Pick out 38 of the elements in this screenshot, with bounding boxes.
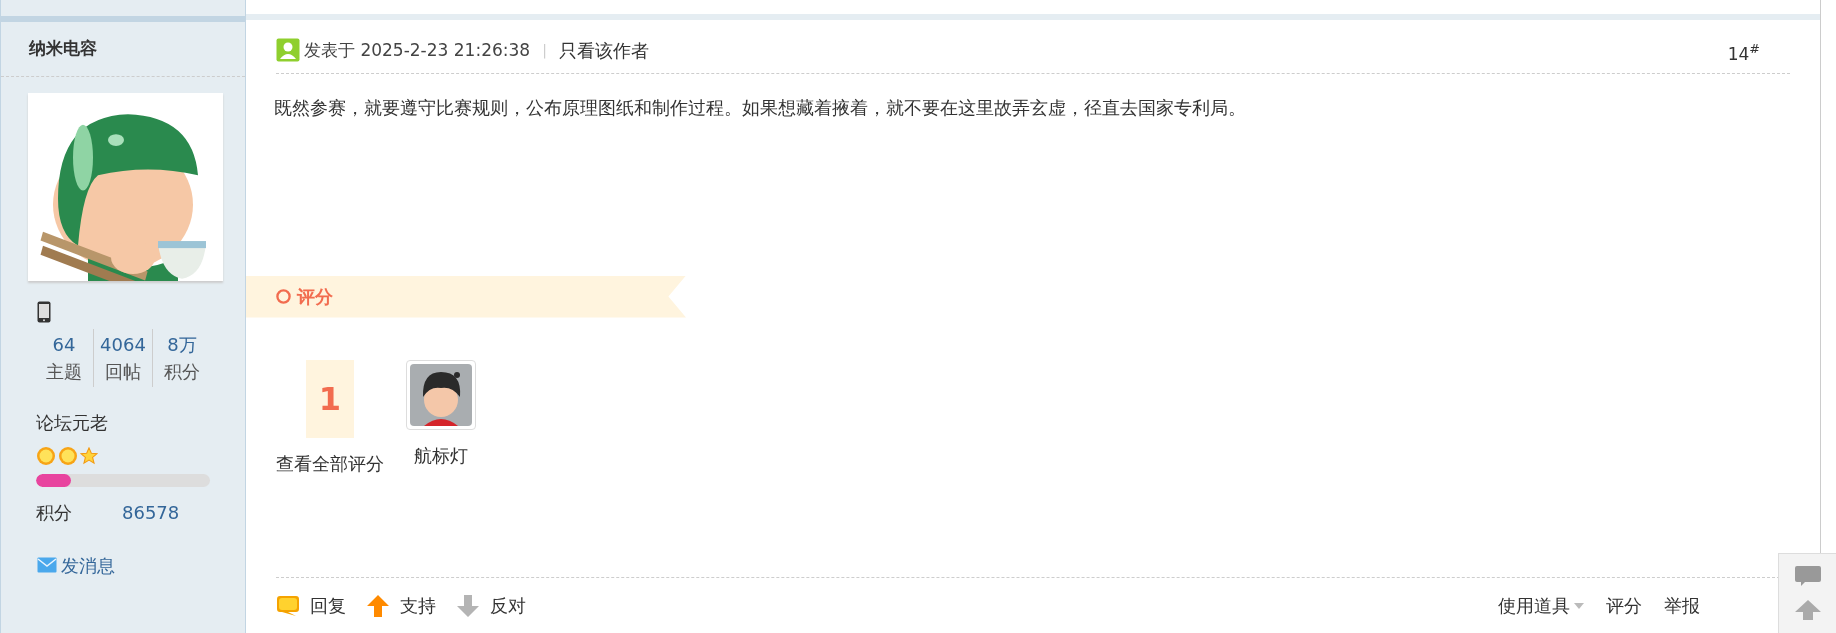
post-tool[interactable]: 使用道具 xyxy=(1498,592,1584,620)
sun-icon xyxy=(58,445,78,466)
phone-icon xyxy=(37,300,51,323)
down-arrow-icon xyxy=(456,593,480,618)
send-message-link[interactable]: 发消息 xyxy=(61,551,115,579)
points-label: 积分 xyxy=(36,500,73,525)
chat-icon[interactable] xyxy=(1795,566,1821,586)
post-tool[interactable]: 评分 xyxy=(1606,592,1642,620)
author-name[interactable]: 纳米电容 xyxy=(29,38,97,58)
only-author-link[interactable]: 只看该作者 xyxy=(558,36,649,64)
star-icon xyxy=(80,446,98,465)
view-all-ratings-link[interactable]: 查看全部评分 xyxy=(276,449,384,477)
user-icon xyxy=(276,38,300,63)
up-arrow-icon xyxy=(366,593,390,618)
stat-label: 积分 xyxy=(164,359,200,384)
rating-title: 评分 xyxy=(297,285,333,310)
stat-value[interactable]: 8万 xyxy=(167,330,197,358)
post-action[interactable]: 反对 xyxy=(456,592,526,620)
stat-value[interactable]: 4064 xyxy=(100,330,146,358)
sun-icon xyxy=(36,445,56,466)
speech-bubble-icon xyxy=(276,594,300,617)
circle-icon xyxy=(276,289,291,305)
points-value: 86578 xyxy=(122,500,180,525)
caret-icon xyxy=(1574,602,1584,609)
post-tool[interactable]: 举报 xyxy=(1664,592,1700,620)
separator: | xyxy=(542,40,547,61)
up-arrow-icon[interactable] xyxy=(1795,600,1821,620)
post-action[interactable]: 支持 xyxy=(366,592,436,620)
post-action[interactable]: 回复 xyxy=(276,592,346,620)
rater-name[interactable]: 航标灯 xyxy=(414,441,468,469)
envelope-icon xyxy=(37,557,57,573)
floor-number[interactable]: 14$^{#}$ xyxy=(1727,41,1760,68)
stat-label: 回帖 xyxy=(105,359,141,384)
stat-value[interactable]: 64 xyxy=(52,330,76,358)
post-date: 发表于 2025-2-23 21:26:38 xyxy=(304,38,531,62)
rank-title: 论坛元老 xyxy=(36,411,108,433)
stat-label: 主题 xyxy=(46,359,82,384)
post-content: 既然参赛，就要遵守比赛规则，公布原理图纸和制作过程。如果想藏着掖着，就不要在这里故弄玄虚，径直去国家专利局。 xyxy=(274,95,1247,120)
